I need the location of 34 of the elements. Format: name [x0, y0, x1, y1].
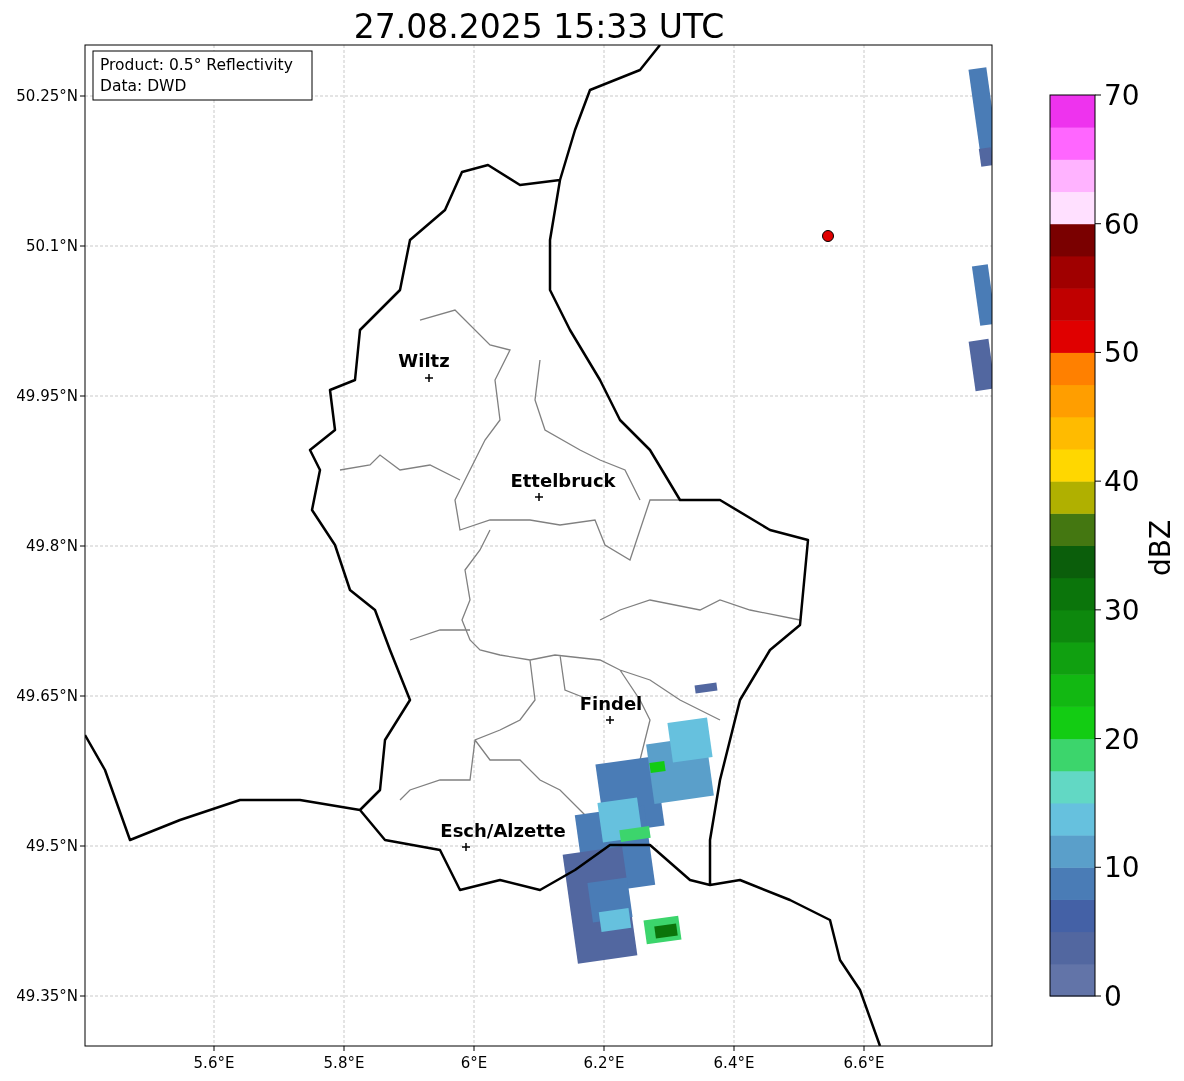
x-tick-label: 5.6°E — [193, 1054, 235, 1072]
city-marker-icon — [534, 492, 544, 502]
colorbar-tick-label: 0 — [1104, 980, 1122, 1013]
city-label: Findel — [579, 693, 643, 714]
y-tick-label: 49.8°N — [25, 537, 78, 555]
colorbar-tick-label: 60 — [1104, 207, 1140, 241]
radar-site-marker — [822, 230, 834, 242]
colorbar-tick-label: 20 — [1104, 722, 1140, 756]
colorbar-tick-label: 30 — [1104, 593, 1140, 627]
info-text: Data: DWD — [100, 77, 187, 95]
colorbar-tick-label: 50 — [1104, 336, 1140, 370]
city-label: Ettelbruck — [510, 470, 616, 491]
info-text: Product: 0.5° Reflectivity — [100, 56, 293, 74]
city-marker-icon — [461, 842, 471, 852]
y-tick-label: 49.35°N — [16, 987, 78, 1005]
y-tick-label: 49.65°N — [16, 687, 78, 705]
city-label: Esch/Alzette — [440, 820, 566, 841]
chart-title: 27.08.2025 15:33 UTC — [353, 7, 725, 46]
y-tick-label: 49.95°N — [16, 387, 78, 405]
colorbar-tick-label: 70 — [1104, 79, 1140, 112]
y-tick-label: 50.1°N — [25, 237, 78, 255]
colorbar-tick-label: 40 — [1104, 465, 1140, 499]
city-marker-icon — [424, 373, 434, 383]
y-tick-label: 50.25°N — [16, 87, 78, 105]
city-marker-icon — [605, 715, 615, 725]
city-label: Wiltz — [398, 350, 450, 371]
colorbar-label: dBZ — [1144, 519, 1177, 577]
x-tick-label: 6.2°E — [583, 1054, 625, 1072]
colorbar-tick-label: 10 — [1104, 851, 1140, 885]
x-tick-label: 6.6°E — [843, 1054, 885, 1072]
x-tick-label: 6.4°E — [713, 1054, 755, 1072]
y-tick-label: 49.5°N — [25, 837, 78, 855]
x-tick-label: 6°E — [460, 1054, 488, 1072]
x-tick-label: 5.8°E — [323, 1054, 365, 1072]
